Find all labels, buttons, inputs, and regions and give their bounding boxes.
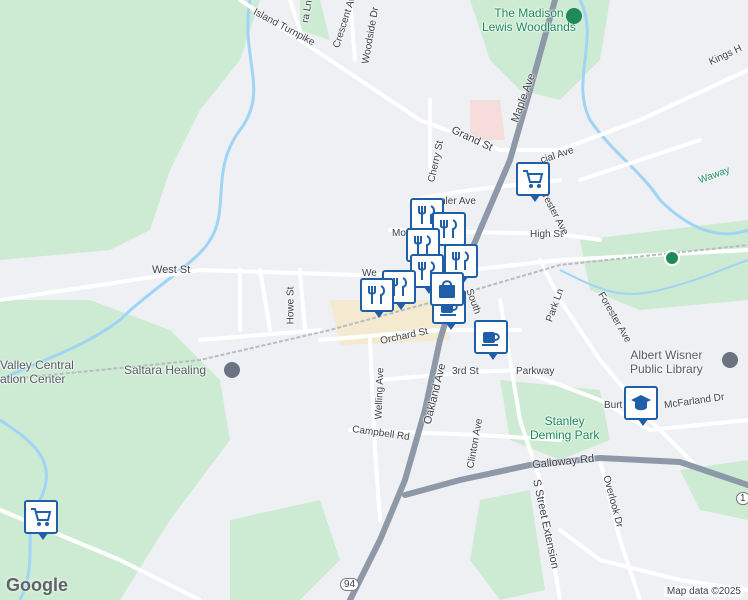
- west-st-label: West St: [152, 264, 191, 276]
- grocery-marker-top[interactable]: [516, 162, 550, 202]
- health-icon: [224, 362, 240, 378]
- map-canvas[interactable]: The Madison Lewis Woodlands Island Turnpi…: [0, 0, 748, 600]
- albert-wisner-label: Albert Wisner Public Library: [630, 348, 703, 376]
- howe-st-label: Howe St: [285, 286, 297, 325]
- burt-label: Burt: [604, 400, 623, 411]
- fork-knife-icon: [440, 219, 457, 238]
- third-st-label: 3rd St: [452, 366, 479, 377]
- shopping-cart-icon: [31, 508, 52, 526]
- mo-label: Mo: [392, 228, 406, 239]
- saltara-healing-label: Saltara Healing: [124, 363, 207, 377]
- stanley-deming-label: Stanley Deming Park: [530, 414, 600, 442]
- google-logo: Google: [6, 575, 68, 595]
- coffee-marker-right[interactable]: [474, 320, 508, 360]
- shopping-bag-icon: [439, 280, 455, 298]
- graduation-cap-icon: [631, 395, 651, 411]
- restaurant-marker[interactable]: [360, 278, 394, 318]
- grocery-marker-left[interactable]: [24, 500, 58, 540]
- school-marker[interactable]: [624, 386, 658, 426]
- park-icon: [664, 250, 680, 266]
- parkway-label: Parkway: [516, 366, 555, 377]
- madison-woodlands-label: The Madison Lewis Woodlands: [482, 6, 576, 34]
- fork-knife-icon: [452, 251, 469, 270]
- route-94-shield: 94: [340, 578, 360, 591]
- route-1-shield: 1: [736, 492, 748, 505]
- fork-knife-icon: [414, 235, 431, 254]
- coffee-cup-icon: [482, 332, 500, 346]
- tree-icon: [566, 8, 582, 24]
- fork-knife-icon: [368, 285, 385, 304]
- welling-ave-label: Welling Ave: [373, 367, 387, 420]
- shopping-cart-icon: [523, 170, 544, 188]
- valley-central-label: Valley Central ation Center: [0, 358, 74, 386]
- library-icon: [722, 352, 738, 368]
- shopping-marker[interactable]: [430, 272, 464, 312]
- map-attribution[interactable]: Map data ©2025: [663, 586, 744, 597]
- nler-ave-label: nler Ave: [440, 196, 476, 207]
